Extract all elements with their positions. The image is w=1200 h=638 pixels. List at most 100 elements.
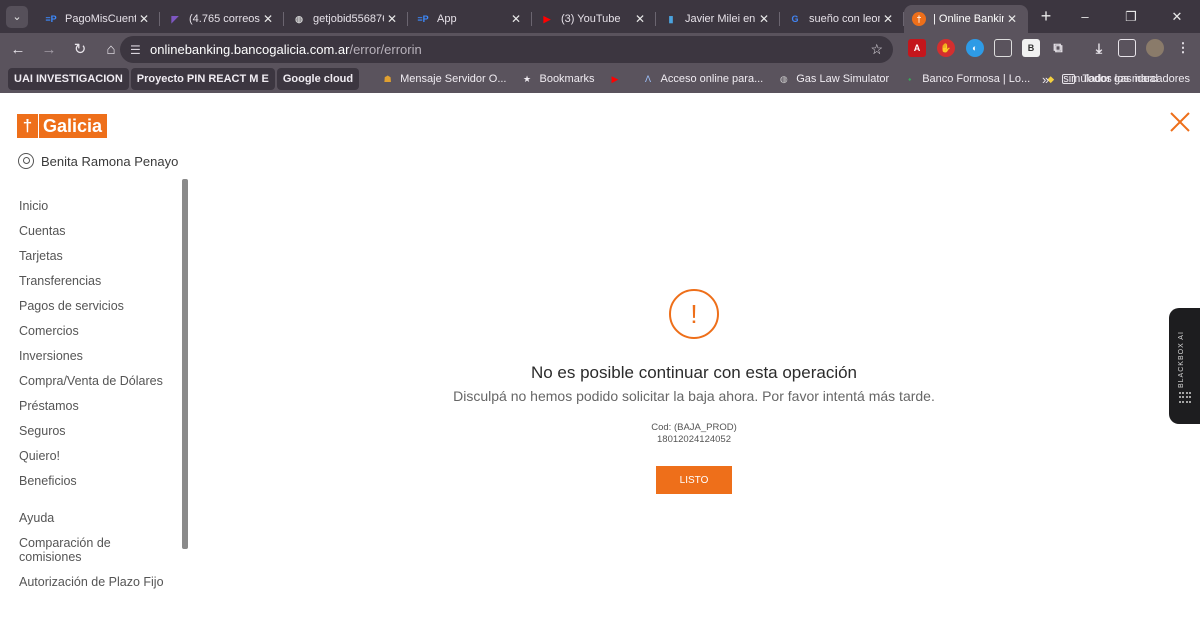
forward-button[interactable]: → — [35, 35, 63, 63]
sidebar-item[interactable]: Beneficios — [19, 471, 169, 496]
bookmark-item[interactable]: ▶ — [603, 68, 634, 90]
tab-search-button[interactable]: ⌄ — [6, 5, 28, 28]
bookmark-star-icon[interactable]: ☆ — [870, 41, 883, 58]
bookmark-item[interactable]: ◍ Gas Law Simulator — [771, 68, 895, 90]
bookmark-label: Proyecto PIN REACT M E — [136, 73, 269, 85]
b-extension-icon[interactable]: B — [1022, 39, 1040, 57]
browser-tab-strip: ⌄ ≡PPagoMisCuentas✕◤(4.765 correos n✕◍ge… — [0, 0, 1200, 33]
bookmark-item[interactable]: ⬩ Banco Formosa | Lo... — [897, 68, 1036, 90]
sidebar-item[interactable]: Quiero! — [19, 446, 169, 471]
sidebar-item[interactable]: Seguros — [19, 421, 169, 446]
google-icon: G — [791, 14, 799, 24]
browser-toolbar: ← → ↻ ⌂ ☰ onlinebanking.bancogalicia.com… — [0, 33, 1200, 65]
browser-tab[interactable]: ▮ Javier Milei en D✕ — [656, 5, 780, 33]
sidebar-item[interactable]: Comercios — [19, 321, 169, 346]
sidebar-item[interactable]: Inicio — [19, 196, 169, 221]
screenshot-extension-icon[interactable] — [994, 39, 1012, 57]
close-tab-icon[interactable]: ✕ — [880, 12, 896, 26]
galicia-logo[interactable]: † Galicia — [17, 114, 107, 138]
sidebar-item[interactable]: Cuentas — [19, 221, 169, 246]
blackbox-ai-widget[interactable]: BLACKBOX AI — [1169, 308, 1200, 424]
pagomiscuentas-icon: ≡P — [417, 14, 429, 24]
side-panel-icon[interactable] — [1118, 39, 1136, 57]
sidebar-item[interactable]: Tarjetas — [19, 246, 169, 271]
globe-icon: ◍ — [779, 73, 788, 84]
mail-icon: ◤ — [171, 13, 179, 24]
tab-title: (3) YouTube — [561, 13, 621, 25]
nav-secondary-list: Ayuda Comparación de comisiones Autorizaci… — [19, 508, 169, 597]
close-tab-icon[interactable]: ✕ — [632, 12, 648, 26]
browser-tab[interactable]: ▶ (3) YouTube ✕ — [532, 5, 656, 33]
close-icon[interactable] — [1169, 111, 1191, 133]
bookmark-item[interactable]: Google cloud — [276, 68, 360, 90]
browser-tab[interactable]: ≡P PagoMisCuentas✕ — [36, 5, 160, 33]
bookmark-label: Acceso online para... — [660, 73, 764, 85]
sidebar-item[interactable]: Autorización de Plazo Fijo — [19, 572, 169, 597]
profile-avatar[interactable] — [1146, 39, 1164, 57]
bookmark-label: Banco Formosa | Lo... — [922, 73, 1031, 85]
tab-title: App — [437, 13, 457, 25]
error-message: Disculpá no hemos podido solicitar la ba… — [453, 388, 935, 404]
bookmark-item[interactable]: ★ Bookmarks — [514, 68, 600, 90]
acrobat-extension-icon[interactable]: A — [908, 39, 926, 57]
blackbox-logo-icon — [1179, 392, 1191, 404]
bookmark-label: Gas Law Simulator — [796, 73, 890, 85]
user-icon — [18, 153, 34, 169]
sidebar-scrollbar[interactable] — [182, 179, 188, 549]
extensions-puzzle-icon[interactable]: ⧉ — [1049, 39, 1067, 57]
close-tab-icon[interactable]: ✕ — [1004, 12, 1020, 26]
restore-button[interactable]: ❐ — [1108, 0, 1154, 33]
bookmark-label: Google cloud — [282, 73, 354, 85]
bookmark-item[interactable]: Λ Acceso online para... — [636, 68, 770, 90]
download-icon[interactable]: ⤓ — [1090, 39, 1108, 57]
colorful-extension-icon[interactable]: ◐ — [966, 39, 984, 57]
more-bookmarks-button[interactable]: » — [1042, 65, 1049, 93]
menu-kebab-icon[interactable]: ⋮ — [1174, 39, 1192, 57]
error-title: No es posible continuar con esta operaci… — [530, 363, 858, 382]
bookmark-label: Mensaje Servidor O... — [400, 73, 507, 85]
bookmark-item[interactable]: ☗ Mensaje Servidor O... — [375, 68, 512, 90]
browser-tab[interactable]: ◍ getjobid5568769✕ — [284, 5, 408, 33]
all-bookmarks-button[interactable]: Todos los marcadores — [1062, 65, 1190, 93]
address-bar[interactable]: ☰ onlinebanking.bancogalicia.com.ar/erro… — [120, 36, 893, 63]
url-text[interactable]: onlinebanking.bancogalicia.com.ar/error/… — [150, 42, 422, 57]
sidebar-item[interactable]: Inversiones — [19, 346, 169, 371]
sidebar-item[interactable]: Comparación de comisiones — [19, 533, 119, 572]
close-tab-icon[interactable]: ✕ — [136, 12, 152, 26]
reload-button[interactable]: ↻ — [66, 35, 94, 63]
site-info-icon[interactable]: ☰ — [130, 43, 150, 57]
sidebar-item[interactable]: Transferencias — [19, 271, 169, 296]
all-bookmarks-label: Todos los marcadores — [1082, 73, 1190, 85]
user-profile[interactable]: Benita Ramona Penayo — [18, 153, 178, 169]
bookmark-item[interactable]: Proyecto PIN REACT M E — [130, 68, 275, 90]
blackbox-label: BLACKBOX AI — [1178, 331, 1185, 388]
new-tab-button[interactable]: + — [1032, 3, 1060, 31]
tab-list: ≡PPagoMisCuentas✕◤(4.765 correos n✕◍getj… — [36, 0, 1028, 33]
browser-tab[interactable]: ◤ (4.765 correos n✕ — [160, 5, 284, 33]
close-window-button[interactable]: ✕ — [1154, 0, 1200, 33]
banking-page: † Galicia Benita Ramona Penayo Inicio Cue… — [0, 93, 1200, 638]
sidebar-item[interactable]: Ayuda — [19, 508, 169, 533]
close-tab-icon[interactable]: ✕ — [260, 12, 276, 26]
browser-tab[interactable]: Gsueño con leone✕ — [780, 5, 904, 33]
tab-title: PagoMisCuentas — [65, 13, 136, 25]
sidebar-item[interactable]: Pagos de servicios — [19, 296, 169, 321]
sidebar-item[interactable]: Préstamos — [19, 396, 169, 421]
browser-tab[interactable]: ≡P App ✕ — [408, 5, 532, 33]
adblock-extension-icon[interactable]: ✋ — [937, 39, 955, 57]
warning-icon: ! — [669, 289, 719, 339]
sidebar-item[interactable]: Compra/Venta de Dólares — [19, 371, 169, 396]
star-icon: ★ — [522, 73, 532, 84]
browser-tab[interactable]: † | Online Banking✕ — [904, 5, 1028, 33]
minimize-button[interactable]: – — [1062, 0, 1108, 33]
close-tab-icon[interactable]: ✕ — [384, 12, 400, 26]
listo-button[interactable]: LISTO — [656, 466, 732, 494]
close-tab-icon[interactable]: ✕ — [508, 12, 524, 26]
tab-title: Javier Milei en D — [685, 13, 756, 25]
youtube-icon: ▶ — [611, 73, 619, 84]
back-button[interactable]: ← — [4, 35, 32, 63]
bookmark-item[interactable]: UAI INVESTIGACION — [8, 68, 129, 90]
error-code-label: Cod: (BAJA_PROD) — [651, 422, 737, 433]
close-tab-icon[interactable]: ✕ — [756, 12, 772, 26]
nav-main-list: Inicio Cuentas Tarjetas Transferencias Pagos… — [19, 196, 169, 496]
